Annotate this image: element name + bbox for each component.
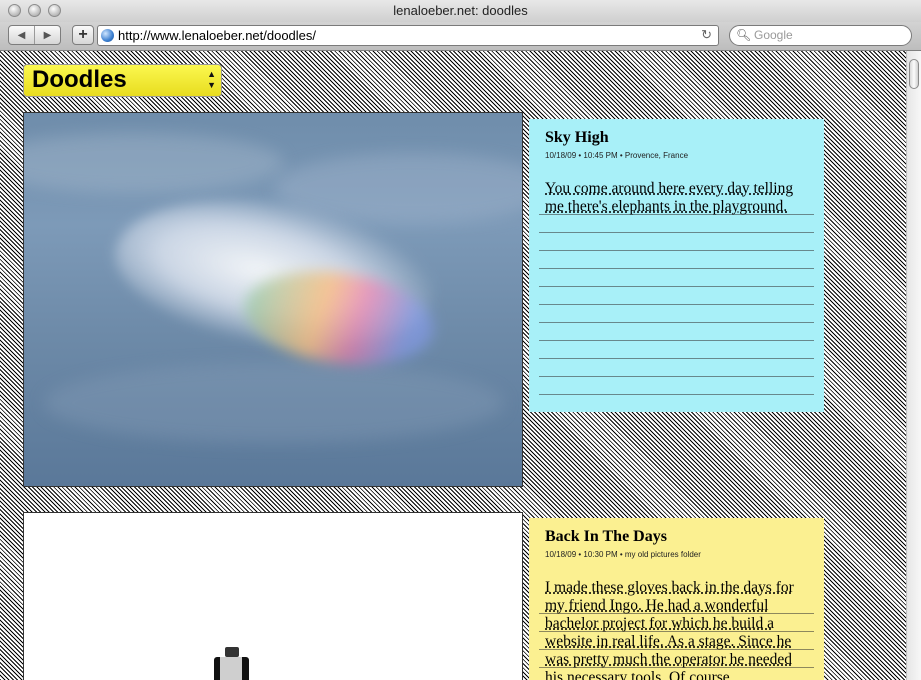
- post-body: You come around here every day telling m…: [545, 180, 794, 215]
- address-bar[interactable]: http://www.lenaloeber.net/doodles/ ↻: [97, 25, 719, 46]
- post-body: I made these gloves back in the days for…: [545, 579, 794, 680]
- section-dropdown-value: Doodles: [32, 66, 127, 93]
- back-arrow-icon: ◀: [17, 29, 26, 41]
- section-dropdown[interactable]: Doodles ▲ ▼: [23, 64, 222, 97]
- post-meta: 10/18/09 • 10:30 PM • my old pictures fo…: [545, 550, 701, 559]
- window-titlebar: lenaloeber.net: doodles: [0, 0, 921, 23]
- sky-photo: [23, 112, 523, 487]
- add-bookmark-button[interactable]: +: [72, 25, 94, 45]
- post-note-back-in-the-days: Back In The Days 10/18/09 • 10:30 PM • m…: [529, 518, 824, 680]
- reload-icon[interactable]: ↻: [701, 27, 712, 43]
- post-meta: 10/18/09 • 10:45 PM • Provence, France: [545, 151, 689, 160]
- scrollbar-thumb[interactable]: [909, 59, 919, 89]
- search-field[interactable]: 🔍︎: [729, 25, 912, 46]
- globe-icon: [101, 29, 114, 42]
- forward-button[interactable]: ▶: [34, 26, 60, 44]
- vertical-scrollbar[interactable]: [906, 51, 921, 680]
- post-note-sky-high: Sky High 10/18/09 • 10:45 PM • Provence,…: [529, 119, 824, 412]
- browser-toolbar: ◀ ▶ + http://www.lenaloeber.net/doodles/…: [0, 22, 921, 51]
- search-icon: 🔍︎: [736, 28, 752, 42]
- dropdown-arrows-icon: ▲ ▼: [207, 69, 216, 90]
- url-text: http://www.lenaloeber.net/doodles/: [118, 28, 317, 43]
- back-button[interactable]: ◀: [9, 26, 34, 44]
- search-input[interactable]: [754, 28, 904, 42]
- post-title[interactable]: Back In The Days: [545, 528, 812, 546]
- window-title: lenaloeber.net: doodles: [393, 3, 528, 18]
- post-title[interactable]: Sky High: [545, 129, 812, 147]
- nav-buttons: ◀ ▶: [8, 25, 61, 45]
- forward-arrow-icon: ▶: [43, 29, 52, 41]
- gloves-photo: [23, 512, 523, 680]
- web-page: Doodles ▲ ▼ Sky High 10/18/09 • 10:45 PM …: [0, 51, 921, 680]
